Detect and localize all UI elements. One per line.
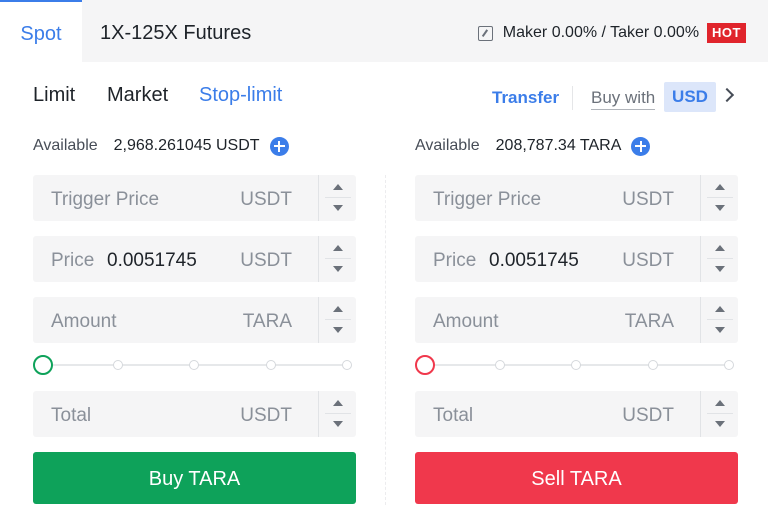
buy-with-link[interactable]: Buy with bbox=[591, 88, 656, 110]
decrement-arrow-icon[interactable] bbox=[333, 266, 343, 272]
decrement-arrow-icon[interactable] bbox=[333, 327, 343, 333]
slider-handle[interactable] bbox=[415, 355, 435, 375]
field-unit: USDT bbox=[622, 189, 674, 210]
decrement-arrow-icon[interactable] bbox=[333, 421, 343, 427]
currency-select[interactable]: USD bbox=[664, 82, 716, 112]
available-label: Available bbox=[415, 137, 480, 154]
stepper-divider bbox=[325, 319, 351, 320]
field-unit: USDT bbox=[240, 189, 292, 210]
fee-info: Maker 0.00% / Taker 0.00% HOT bbox=[477, 22, 746, 44]
fee-calculator-icon[interactable] bbox=[477, 25, 493, 41]
slider-handle[interactable] bbox=[33, 355, 53, 375]
price-stepper bbox=[318, 236, 356, 282]
increment-arrow-icon[interactable] bbox=[333, 306, 343, 312]
decrement-arrow-icon[interactable] bbox=[715, 327, 725, 333]
stepper-divider bbox=[707, 319, 733, 320]
transfer-link[interactable]: Transfer bbox=[492, 88, 559, 108]
field-label: Trigger Price bbox=[433, 189, 542, 210]
sell-percent-slider[interactable] bbox=[415, 355, 738, 375]
price-stepper bbox=[700, 236, 738, 282]
stepper-divider bbox=[707, 197, 733, 198]
buy-button[interactable]: Buy TARA bbox=[33, 452, 356, 504]
slider-step-75[interactable] bbox=[648, 360, 658, 370]
deposit-plus-icon[interactable] bbox=[631, 136, 651, 156]
decrement-arrow-icon[interactable] bbox=[715, 205, 725, 211]
increment-arrow-icon[interactable] bbox=[333, 400, 343, 406]
field-label: Total bbox=[433, 405, 474, 426]
buy-price-input[interactable]: Price 0.0051745 USDT bbox=[33, 236, 356, 282]
field-unit: USDT bbox=[622, 250, 674, 271]
field-unit: USDT bbox=[240, 250, 292, 271]
slider-step-50[interactable] bbox=[571, 360, 581, 370]
field-label: Price bbox=[51, 250, 95, 271]
slider-step-25[interactable] bbox=[113, 360, 123, 370]
field-unit: TARA bbox=[242, 311, 292, 332]
slider-step-100[interactable] bbox=[724, 360, 734, 370]
field-unit: USDT bbox=[622, 405, 674, 426]
available-balance: 2,968.261045 USDT bbox=[113, 137, 260, 154]
slider-step-25[interactable] bbox=[495, 360, 505, 370]
price-stepper bbox=[318, 175, 356, 221]
order-type-limit[interactable]: Limit bbox=[33, 84, 75, 107]
decrement-arrow-icon[interactable] bbox=[715, 266, 725, 272]
toolbar-divider bbox=[572, 86, 573, 110]
field-label: Total bbox=[51, 405, 92, 426]
stepper-divider bbox=[707, 413, 733, 414]
sell-button[interactable]: Sell TARA bbox=[415, 452, 738, 504]
increment-arrow-icon[interactable] bbox=[715, 184, 725, 190]
amount-stepper bbox=[700, 297, 738, 343]
panel-divider bbox=[385, 175, 386, 505]
field-label: Amount bbox=[433, 311, 499, 332]
field-value: 0.0051745 bbox=[107, 250, 197, 271]
stepper-divider bbox=[707, 258, 733, 259]
increment-arrow-icon[interactable] bbox=[715, 400, 725, 406]
decrement-arrow-icon[interactable] bbox=[715, 421, 725, 427]
buy-total-input[interactable]: Total USDT bbox=[33, 391, 356, 437]
chevron-right-icon[interactable] bbox=[719, 87, 735, 103]
stepper-divider bbox=[325, 413, 351, 414]
slider-step-75[interactable] bbox=[266, 360, 276, 370]
field-unit: TARA bbox=[624, 311, 674, 332]
fee-text: Maker 0.00% / Taker 0.00% bbox=[502, 24, 700, 41]
price-stepper bbox=[700, 175, 738, 221]
slider-step-100[interactable] bbox=[342, 360, 352, 370]
amount-stepper bbox=[318, 297, 356, 343]
increment-arrow-icon[interactable] bbox=[333, 184, 343, 190]
field-value: 0.0051745 bbox=[489, 250, 579, 271]
tab-futures[interactable]: 1X-125X Futures bbox=[100, 0, 251, 62]
decrement-arrow-icon[interactable] bbox=[333, 205, 343, 211]
sell-total-input[interactable]: Total USDT bbox=[415, 391, 738, 437]
stepper-divider bbox=[325, 258, 351, 259]
available-balance: 208,787.34 TARA bbox=[495, 137, 622, 154]
sell-available: Available 208,787.34 TARA bbox=[415, 136, 651, 156]
hot-badge: HOT bbox=[707, 23, 746, 43]
sell-amount-input[interactable]: Amount TARA bbox=[415, 297, 738, 343]
field-label: Trigger Price bbox=[51, 189, 160, 210]
total-stepper bbox=[700, 391, 738, 437]
buy-percent-slider[interactable] bbox=[33, 355, 356, 375]
available-label: Available bbox=[33, 137, 98, 154]
increment-arrow-icon[interactable] bbox=[715, 306, 725, 312]
field-label: Amount bbox=[51, 311, 117, 332]
increment-arrow-icon[interactable] bbox=[715, 245, 725, 251]
stepper-divider bbox=[325, 197, 351, 198]
tab-spot[interactable]: Spot bbox=[0, 0, 82, 62]
field-unit: USDT bbox=[240, 405, 292, 426]
order-type-market[interactable]: Market bbox=[107, 84, 168, 107]
increment-arrow-icon[interactable] bbox=[333, 245, 343, 251]
sell-trigger-price-input[interactable]: Trigger Price USDT bbox=[415, 175, 738, 221]
deposit-plus-icon[interactable] bbox=[269, 136, 289, 156]
market-tabs-bar: Spot 1X-125X Futures Maker 0.00% / Taker… bbox=[0, 0, 768, 62]
buy-amount-input[interactable]: Amount TARA bbox=[33, 297, 356, 343]
slider-step-50[interactable] bbox=[189, 360, 199, 370]
sell-price-input[interactable]: Price 0.0051745 USDT bbox=[415, 236, 738, 282]
order-type-stop-limit[interactable]: Stop-limit bbox=[199, 84, 282, 107]
buy-trigger-price-input[interactable]: Trigger Price USDT bbox=[33, 175, 356, 221]
buy-available: Available 2,968.261045 USDT bbox=[33, 136, 289, 156]
total-stepper bbox=[318, 391, 356, 437]
field-label: Price bbox=[433, 250, 477, 271]
